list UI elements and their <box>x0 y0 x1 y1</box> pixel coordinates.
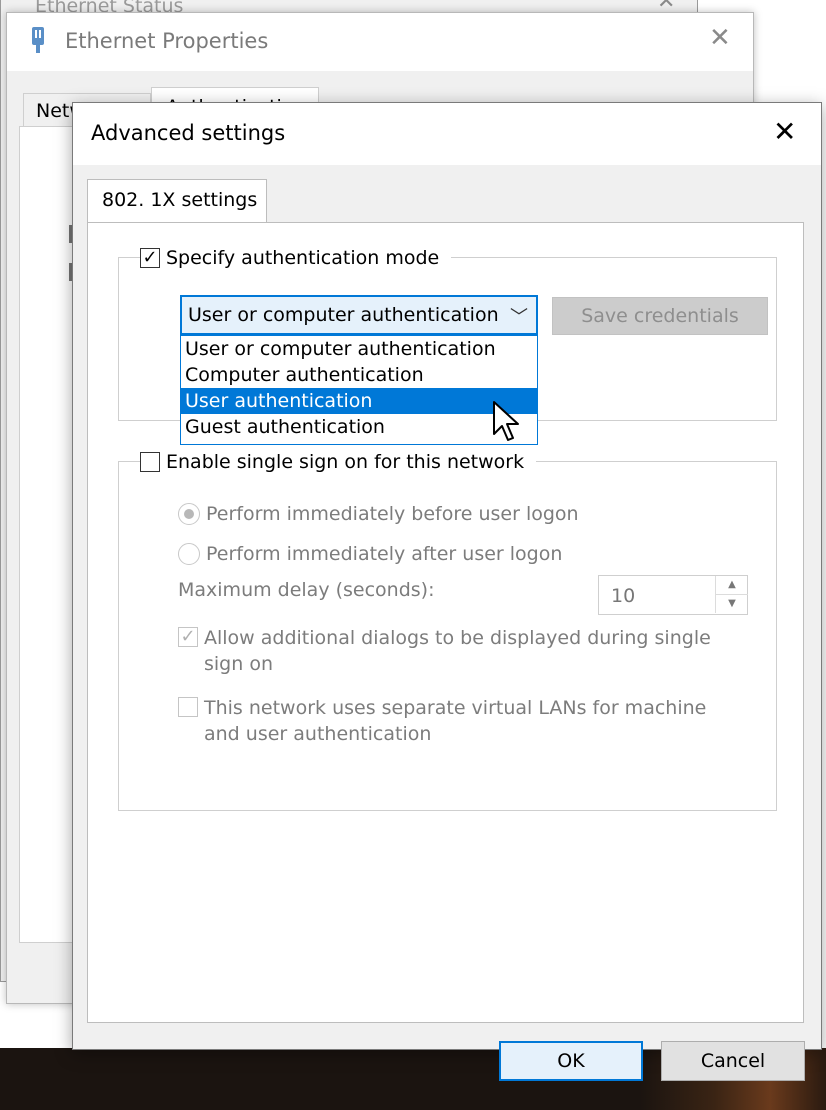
mouse-pointer-icon <box>493 401 519 441</box>
dropdown-option-user[interactable]: User authentication <box>181 388 537 414</box>
close-icon[interactable]: ✕ <box>709 23 731 53</box>
dialog-title: Advanced settings <box>91 121 286 145</box>
specify-auth-mode-row[interactable]: ✓ Specify authentication mode <box>140 247 452 269</box>
dropdown-option-guest[interactable]: Guest authentication <box>181 414 537 440</box>
auth-mode-combo-value: User or computer authentication <box>188 304 499 326</box>
enable-sso-label: Enable single sign on for this network <box>166 451 525 473</box>
dropdown-option-user-or-computer[interactable]: User or computer authentication <box>181 336 537 362</box>
radio-before-logon-label: Perform immediately before user logon <box>206 503 579 525</box>
ok-button[interactable]: OK <box>499 1041 643 1081</box>
separate-vlans-row[interactable]: This network uses separate virtual LANs … <box>178 695 724 747</box>
enable-sso-row[interactable]: Enable single sign on for this network <box>140 451 537 473</box>
separate-vlans-label: This network uses separate virtual LANs … <box>204 697 707 745</box>
dropdown-option-computer[interactable]: Computer authentication <box>181 362 537 388</box>
allow-dialogs-label: Allow additional dialogs to be displayed… <box>204 627 711 675</box>
network-adapter-icon <box>32 27 44 53</box>
radio-dot <box>184 509 194 519</box>
max-delay-value[interactable]: 10 <box>611 585 635 607</box>
radio-after-logon[interactable] <box>178 543 200 565</box>
separate-vlans-checkbox[interactable] <box>178 697 198 717</box>
radio-after-logon-row[interactable]: Perform immediately after user logon <box>178 543 562 565</box>
auth-mode-dropdown-list: User or computer authentication Computer… <box>180 335 538 445</box>
tab-8021x-settings[interactable]: 802. 1X settings <box>87 179 267 223</box>
max-delay-label: Maximum delay (seconds): <box>178 579 435 601</box>
dialog-titlebar: Advanced settings ✕ <box>73 103 821 165</box>
enable-sso-checkbox[interactable] <box>140 452 160 472</box>
radio-before-logon[interactable] <box>178 503 200 525</box>
allow-dialogs-checkbox[interactable]: ✓ <box>178 627 198 647</box>
advanced-settings-dialog: Advanced settings ✕ 802. 1X settings ✓ S… <box>72 102 822 1081</box>
tab-panel-8021x: ✓ Specify authentication mode Enable sin… <box>87 222 804 1023</box>
properties-title: Ethernet Properties <box>65 29 269 53</box>
cancel-button[interactable]: Cancel <box>661 1041 805 1081</box>
properties-titlebar: Ethernet Properties ✕ <box>7 13 753 71</box>
spin-up-icon[interactable]: ▲ <box>715 576 748 595</box>
auth-mode-combobox[interactable]: User or computer authentication ﹀ <box>180 295 538 335</box>
allow-dialogs-row[interactable]: ✓ Allow additional dialogs to be display… <box>178 625 724 677</box>
close-icon[interactable]: ✕ <box>773 115 796 148</box>
specify-auth-mode-checkbox[interactable]: ✓ <box>140 248 160 268</box>
save-credentials-button[interactable]: Save credentials <box>552 297 768 335</box>
chevron-down-icon[interactable]: ﹀ <box>510 303 528 329</box>
radio-after-logon-label: Perform immediately after user logon <box>206 543 563 565</box>
specify-auth-mode-label: Specify authentication mode <box>166 247 440 269</box>
max-delay-spinbox[interactable]: 10 ▲ ▼ <box>598 575 748 615</box>
spin-down-icon[interactable]: ▼ <box>715 595 748 613</box>
radio-before-logon-row[interactable]: Perform immediately before user logon <box>178 503 579 525</box>
